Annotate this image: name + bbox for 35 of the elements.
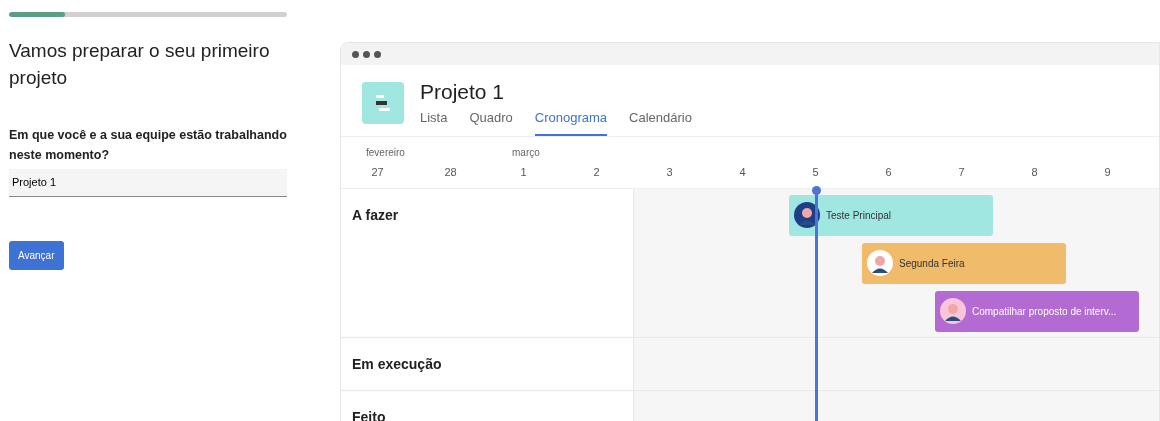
day-label: 8 <box>1030 164 1039 180</box>
day-label: 4 <box>738 164 747 180</box>
task-title: Teste Principal <box>826 208 892 223</box>
answer-field[interactable]: Projeto 1 <box>9 169 287 197</box>
view-tab[interactable]: Lista <box>420 104 448 136</box>
day-label: 7 <box>957 164 966 180</box>
next-button[interactable]: Avançar <box>9 240 64 270</box>
task-bar[interactable]: Teste Principal <box>789 194 993 236</box>
task-title: Segunda Feira <box>899 256 965 271</box>
project-title: Projeto 1 <box>420 79 506 105</box>
question-label: Em que você e a sua equipe estão trabalhando neste momento? <box>9 127 287 165</box>
page-heading: Vamos preparar o seu primeiro projeto <box>9 39 271 90</box>
month-label: fevereiro <box>366 145 405 160</box>
day-label: 5 <box>811 164 820 180</box>
project-logo-icon <box>362 82 404 124</box>
month-label: março <box>512 145 540 160</box>
avatar-icon <box>940 298 966 325</box>
day-label: 28 <box>443 164 458 180</box>
avatar-icon <box>794 202 820 229</box>
task-bar[interactable]: Segunda Feira <box>862 242 1066 284</box>
day-label: 3 <box>665 164 674 180</box>
day-label: 9 <box>1103 164 1112 180</box>
window-dot <box>374 50 381 58</box>
window-dot <box>352 50 359 58</box>
view-tab[interactable]: Calendário <box>629 104 692 136</box>
day-label: 2 <box>592 164 601 180</box>
avatar-icon <box>867 250 893 277</box>
view-tab[interactable]: Quadro <box>469 104 513 136</box>
day-label: 1 <box>519 164 528 180</box>
window-dot <box>363 50 370 58</box>
task-title: Compatilhar proposto de interv... <box>972 304 1117 319</box>
day-label: 27 <box>370 164 385 180</box>
view-tab[interactable]: Cronograma <box>534 104 608 136</box>
day-label: 6 <box>884 164 893 180</box>
task-bar[interactable]: Compatilhar proposto de interv... <box>935 290 1139 332</box>
